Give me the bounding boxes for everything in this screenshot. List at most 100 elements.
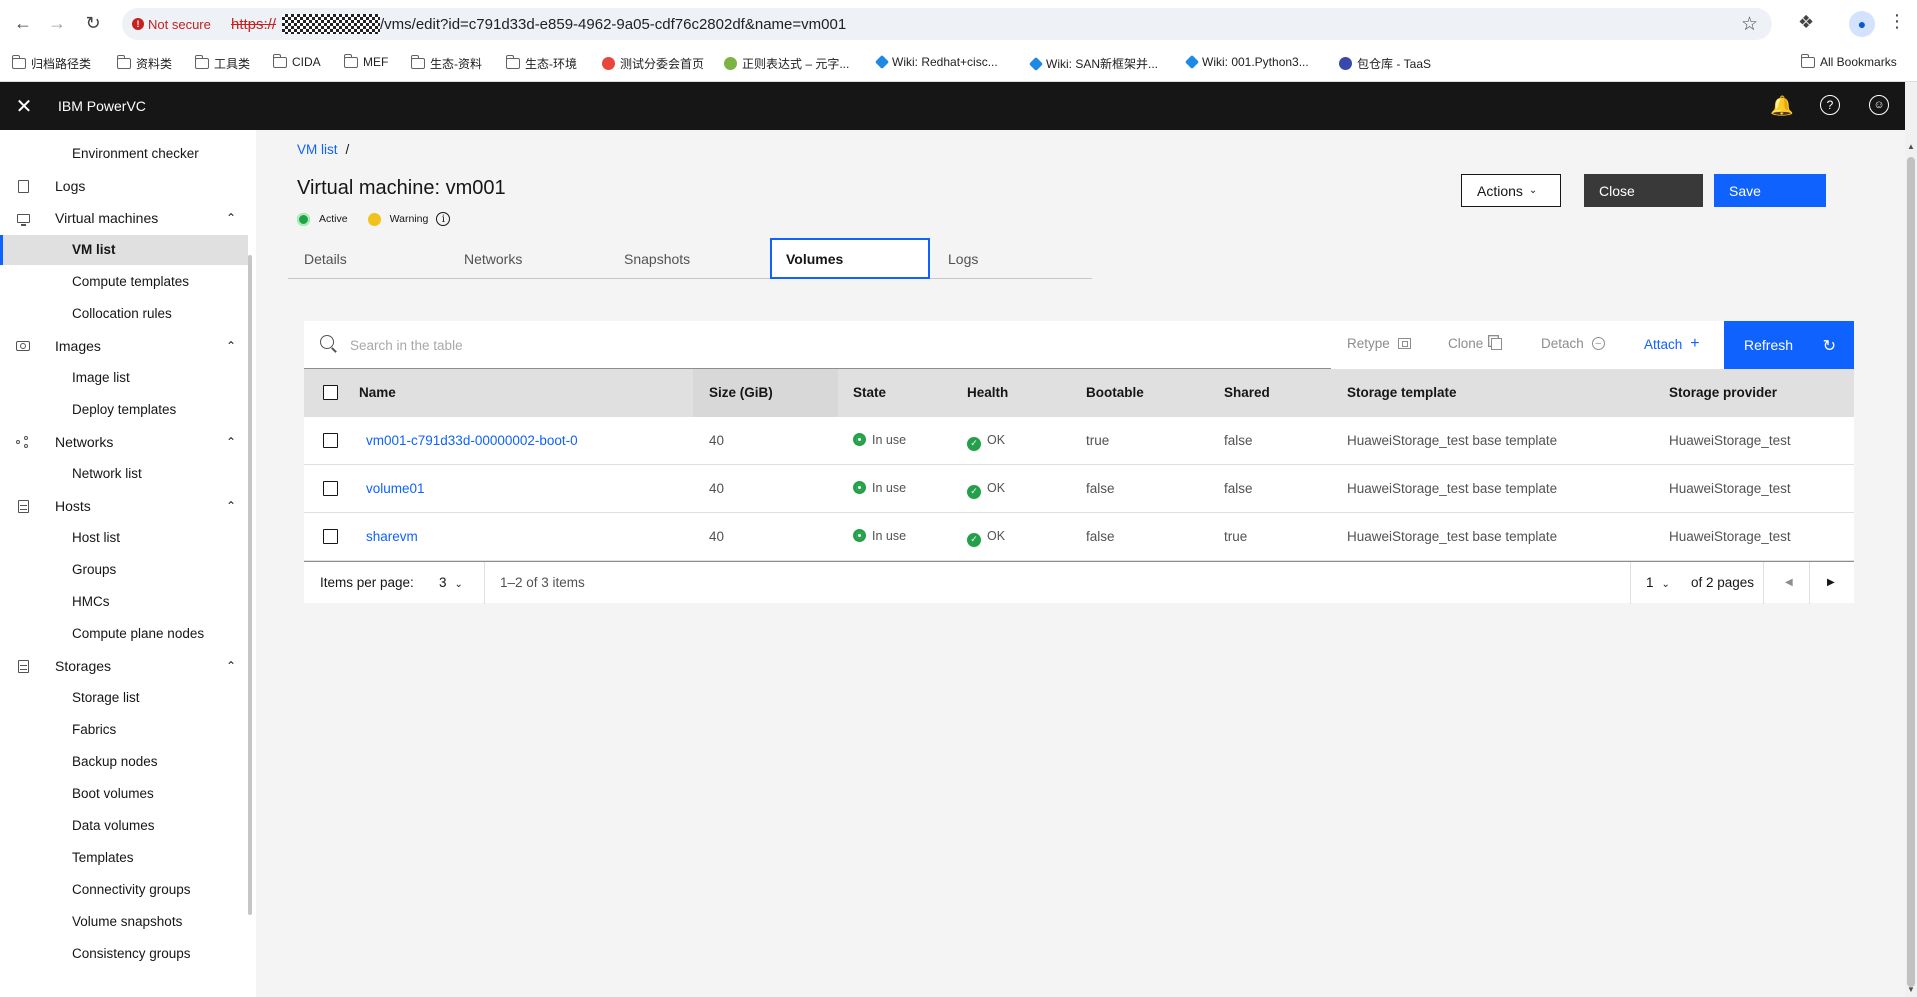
sidebar-item-logs[interactable]: Logs — [0, 171, 248, 201]
pagination-divider — [1809, 562, 1810, 604]
sidebar-item-host-list[interactable]: Host list — [0, 523, 248, 553]
table-search-input[interactable] — [350, 331, 1250, 359]
column-header-name[interactable]: Name — [359, 385, 396, 400]
volume-name-link[interactable]: volume01 — [366, 481, 425, 496]
column-header-storage-template[interactable]: Storage template — [1347, 385, 1457, 400]
user-icon[interactable]: ☺ — [1869, 95, 1889, 115]
tab-volumes[interactable]: Volumes — [770, 238, 930, 279]
bookmark-star-icon[interactable]: ☆ — [1741, 13, 1758, 36]
sidebar-item-network-list[interactable]: Network list — [0, 459, 248, 489]
column-header-storage-provider[interactable]: Storage provider — [1669, 385, 1777, 400]
sidebar-item-boot-volumes[interactable]: Boot volumes — [0, 779, 248, 809]
bookmark-folder[interactable]: 生态-资料 — [410, 55, 482, 72]
retype-button[interactable]: Retype — [1347, 336, 1411, 351]
sidebar-item-fabrics[interactable]: Fabrics — [0, 715, 248, 745]
forward-icon[interactable]: → — [44, 10, 70, 36]
scrollbar-thumb[interactable] — [1907, 157, 1915, 987]
table-row[interactable]: sharevm 40 In use ✓ OK false true HuaweiS… — [304, 513, 1854, 561]
row-checkbox[interactable] — [323, 529, 338, 544]
page-select[interactable]: 1 ⌄ — [1646, 575, 1670, 590]
notification-bell-icon[interactable]: 🔔 — [1770, 94, 1794, 118]
sidebar-item-deploy-templates[interactable]: Deploy templates — [0, 395, 248, 425]
column-header-health[interactable]: Health — [967, 385, 1008, 400]
tab-networks[interactable]: Networks — [448, 238, 608, 279]
sidebar-section-networks[interactable]: Networks ⌃ — [0, 427, 248, 457]
clone-button[interactable]: Clone — [1448, 336, 1503, 351]
bookmark-link[interactable]: Wiki: 001.Python3... — [1184, 54, 1309, 70]
all-bookmarks[interactable]: All Bookmarks — [1800, 53, 1897, 69]
sidebar-item-templates[interactable]: Templates — [0, 843, 248, 873]
browser-menu-icon[interactable]: ⋮ — [1888, 11, 1906, 32]
bookmark-link[interactable]: Wiki: Redhat+cisc... — [874, 54, 998, 70]
help-icon[interactable]: ? — [1820, 95, 1840, 115]
reload-icon[interactable]: ↻ — [80, 10, 106, 36]
extensions-icon[interactable]: ❖ — [1798, 12, 1814, 33]
tab-details[interactable]: Details — [288, 238, 448, 279]
tab-logs[interactable]: Logs — [932, 238, 1092, 279]
attach-button[interactable]: Attach + — [1644, 336, 1700, 352]
folder-icon — [1800, 53, 1815, 68]
column-header-shared[interactable]: Shared — [1224, 385, 1270, 400]
sidebar-item-groups[interactable]: Groups — [0, 555, 248, 585]
refresh-button[interactable]: Refresh ↻ — [1724, 321, 1854, 369]
scroll-up-icon[interactable]: ▲ — [1907, 142, 1915, 151]
scroll-down-icon[interactable]: ▼ — [1907, 985, 1915, 994]
bookmark-folder[interactable]: CIDA — [272, 53, 321, 69]
sidebar-item-environment-checker[interactable]: Environment checker — [0, 139, 248, 169]
volume-name-link[interactable]: vm001-c791d33d-00000002-boot-0 — [366, 433, 578, 448]
not-secure-badge[interactable]: ! Not secure — [132, 15, 211, 33]
sidebar-item-data-volumes[interactable]: Data volumes — [0, 811, 248, 841]
bookmark-folder[interactable]: 生态-环境 — [505, 55, 577, 72]
actions-button[interactable]: Actions ⌄ — [1461, 174, 1561, 207]
detach-button[interactable]: Detach – — [1541, 336, 1605, 351]
logs-icon — [16, 179, 30, 193]
sidebar-item-vm-list[interactable]: VM list — [0, 235, 248, 265]
bookmark-link[interactable]: 包仓库 - TaaS — [1339, 55, 1431, 72]
sidebar-section-virtual-machines[interactable]: Virtual machines ⌃ — [0, 203, 248, 233]
sidebar-item-collocation-rules[interactable]: Collocation rules — [0, 299, 248, 329]
sidebar-item-connectivity-groups[interactable]: Connectivity groups — [0, 875, 248, 905]
sidebar-item-volume-snapshots[interactable]: Volume snapshots — [0, 907, 248, 937]
sidebar-item-hmcs[interactable]: HMCs — [0, 587, 248, 617]
select-all-checkbox[interactable] — [323, 385, 338, 400]
row-checkbox[interactable] — [323, 481, 338, 496]
bookmark-folder[interactable]: 归档路径类 — [11, 55, 91, 72]
sidebar-item-backup-nodes[interactable]: Backup nodes — [0, 747, 248, 777]
bookmark-link[interactable]: 测试分委会首页 — [602, 55, 704, 72]
table-row[interactable]: volume01 40 In use ✓ OK false false Huawe… — [304, 465, 1854, 513]
bookmark-link[interactable]: Wiki: SAN新框架并... — [1028, 55, 1158, 72]
table-row[interactable]: vm001-c791d33d-00000002-boot-0 40 In use… — [304, 417, 1854, 465]
address-bar[interactable]: ! Not secure https:// /vms/edit?id=c791d… — [122, 8, 1772, 40]
next-page-icon[interactable]: ▶ — [1827, 577, 1835, 588]
close-menu-icon[interactable]: ✕ — [0, 82, 48, 130]
profile-icon[interactable]: ● — [1849, 11, 1875, 37]
previous-page-icon[interactable]: ◀ — [1785, 577, 1793, 588]
tab-snapshots[interactable]: Snapshots — [608, 238, 768, 279]
info-icon[interactable]: i — [436, 212, 451, 226]
sidebar-section-images[interactable]: Images ⌃ — [0, 331, 248, 361]
page-scrollbar[interactable]: ▲ ▼ — [1905, 82, 1917, 997]
column-header-state[interactable]: State — [853, 385, 886, 400]
sidebar-item-consistency-groups[interactable]: Consistency groups — [0, 939, 248, 969]
save-button[interactable]: Save — [1714, 174, 1826, 207]
volume-size: 40 — [709, 481, 725, 496]
column-header-size[interactable]: Size (GiB) — [709, 385, 773, 400]
bookmark-folder[interactable]: 资料类 — [116, 55, 172, 72]
sidebar-section-storages[interactable]: Storages ⌃ — [0, 651, 248, 681]
bookmark-folder[interactable]: MEF — [343, 53, 388, 69]
sidebar-item-storage-list[interactable]: Storage list — [0, 683, 248, 713]
close-button[interactable]: Close — [1584, 174, 1703, 207]
sidebar-item-compute-templates[interactable]: Compute templates — [0, 267, 248, 297]
sidebar-scrollbar[interactable] — [248, 255, 252, 915]
breadcrumb-vm-list[interactable]: VM list — [297, 142, 338, 157]
back-icon[interactable]: ← — [10, 10, 36, 36]
sidebar-item-image-list[interactable]: Image list — [0, 363, 248, 393]
sidebar-item-compute-plane-nodes[interactable]: Compute plane nodes — [0, 619, 248, 649]
items-per-page-select[interactable]: 3 ⌄ — [439, 575, 463, 590]
bookmark-link[interactable]: 正则表达式 – 元字... — [724, 55, 849, 72]
sidebar-section-hosts[interactable]: Hosts ⌃ — [0, 491, 248, 521]
column-header-bootable[interactable]: Bootable — [1086, 385, 1144, 400]
row-checkbox[interactable] — [323, 433, 338, 448]
volume-name-link[interactable]: sharevm — [366, 529, 418, 544]
bookmark-folder[interactable]: 工具类 — [194, 55, 250, 72]
